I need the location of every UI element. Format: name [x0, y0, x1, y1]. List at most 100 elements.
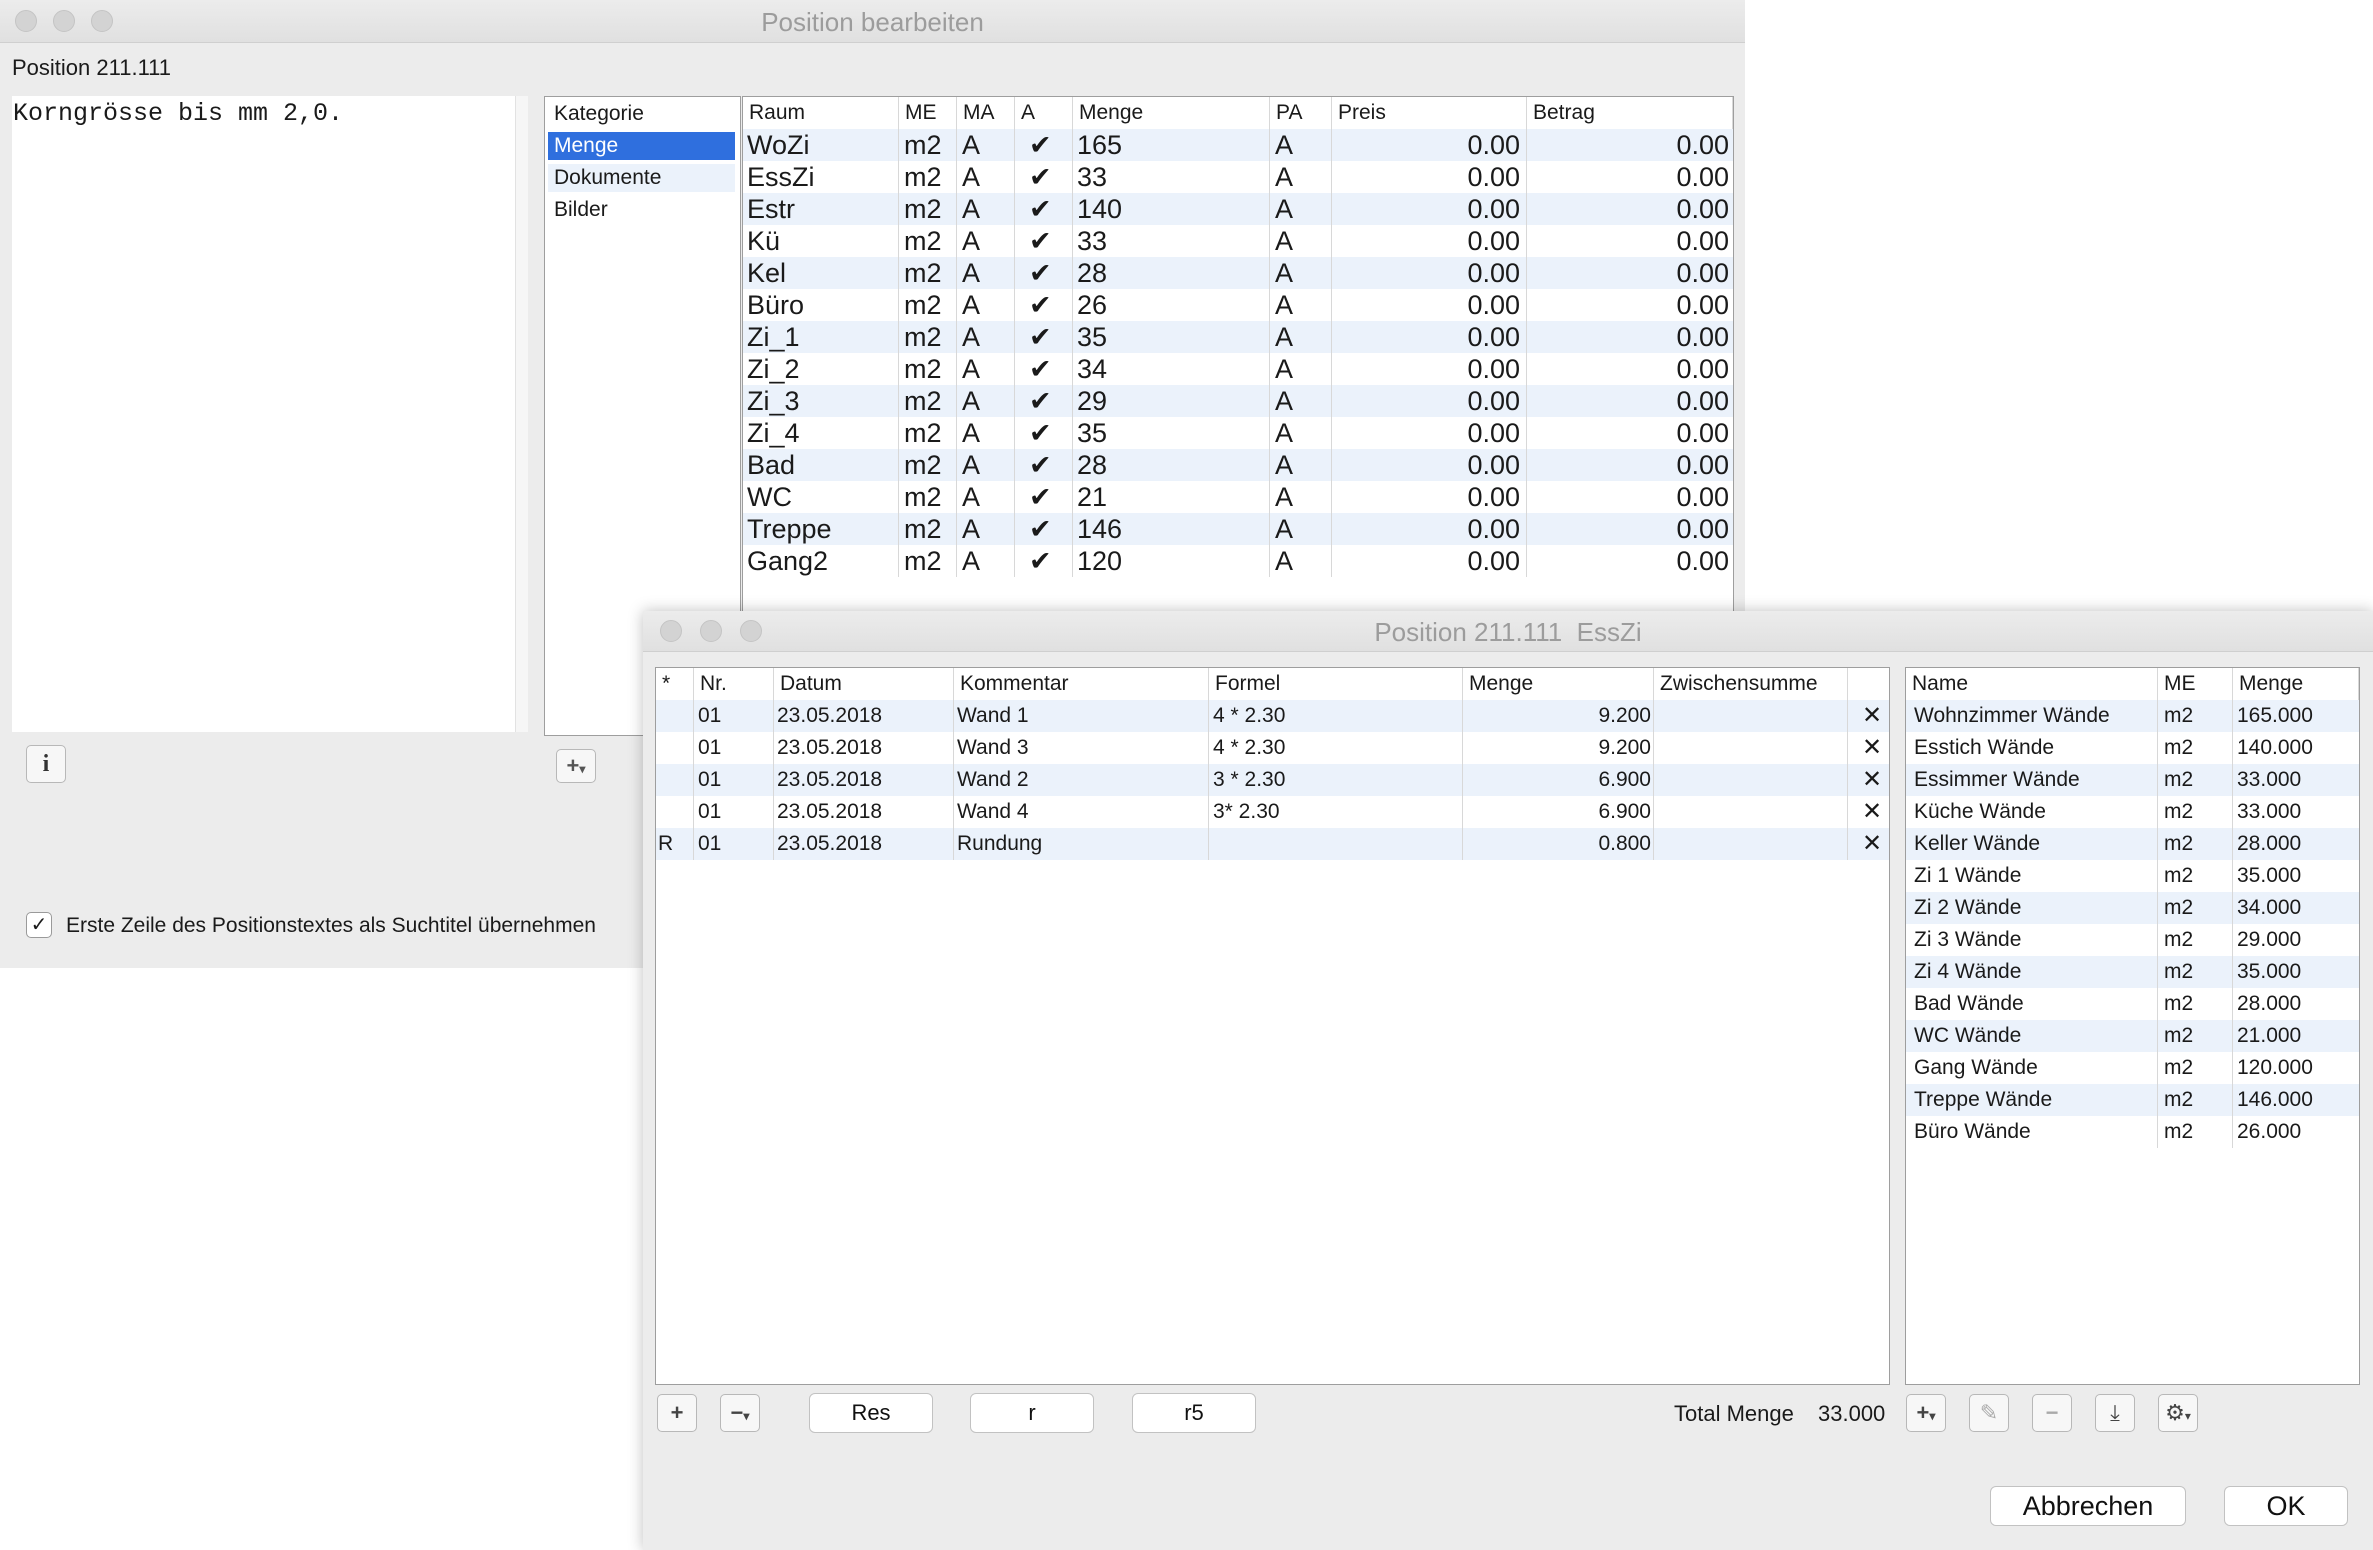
reference-row[interactable]: Gang Wände m2 120.000 — [1906, 1052, 2359, 1084]
column-header-kommentar[interactable]: Kommentar — [954, 668, 1209, 700]
column-header-pa[interactable]: PA — [1270, 97, 1332, 129]
reference-quantity: 33.000 — [2237, 768, 2302, 791]
category-item-dokumente[interactable]: Dokumente — [548, 164, 735, 192]
pencil-icon: ✎ — [1979, 1400, 1999, 1425]
column-header-betrag[interactable]: Betrag — [1527, 97, 1733, 129]
row-comment[interactable]: Wand 4 — [954, 796, 1209, 828]
settings-button[interactable]: ⚙▾ — [2158, 1394, 2198, 1432]
reference-unit: m2 — [2158, 764, 2233, 796]
column-header-star[interactable]: * — [656, 668, 694, 700]
room-row[interactable]: WC m2 A ✔ 21 A 0.00 0.00 — [743, 481, 1733, 513]
r-button[interactable]: r — [970, 1393, 1094, 1433]
room-row[interactable]: Kü m2 A ✔ 33 A 0.00 0.00 — [743, 225, 1733, 257]
room-row[interactable]: Treppe m2 A ✔ 146 A 0.00 0.00 — [743, 513, 1733, 545]
import-button[interactable]: ⤓ — [2095, 1394, 2135, 1432]
room-row[interactable]: Zi_4 m2 A ✔ 35 A 0.00 0.00 — [743, 417, 1733, 449]
measurement-row[interactable]: R 01 23.05.2018 Rundung 0.800 ✕ — [656, 828, 1889, 860]
column-header-me[interactable]: ME — [899, 97, 957, 129]
add-reference-button[interactable]: +▾ — [1906, 1394, 1946, 1432]
ok-button[interactable]: OK — [2224, 1486, 2348, 1526]
delete-row-icon[interactable]: ✕ — [1848, 732, 1889, 764]
delete-row-icon[interactable]: ✕ — [1848, 764, 1889, 796]
reference-row[interactable]: Zi 1 Wände m2 35.000 — [1906, 860, 2359, 892]
column-header-menge[interactable]: Menge — [2233, 668, 2359, 700]
delete-row-icon[interactable]: ✕ — [1848, 796, 1889, 828]
room-row[interactable]: Zi_1 m2 A ✔ 35 A 0.00 0.00 — [743, 321, 1733, 353]
column-header-menge[interactable]: Menge — [1463, 668, 1654, 700]
reference-row[interactable]: Wohnzimmer Wände m2 165.000 — [1906, 700, 2359, 732]
row-formula[interactable]: 3 * 2.30 — [1209, 764, 1463, 796]
column-header-name[interactable]: Name — [1906, 668, 2158, 700]
column-header-preis[interactable]: Preis — [1332, 97, 1527, 129]
remove-reference-button[interactable]: − — [2032, 1394, 2072, 1432]
add-category-button[interactable]: +▾ — [556, 749, 596, 783]
reference-unit: m2 — [2158, 1020, 2233, 1052]
category-item-bilder[interactable]: Bilder — [548, 196, 735, 224]
measurement-row[interactable]: 01 23.05.2018 Wand 23 * 2.30 6.900 ✕ — [656, 764, 1889, 796]
category-item-menge[interactable]: Menge — [548, 132, 735, 160]
r5-button[interactable]: r5 — [1132, 1393, 1256, 1433]
reference-row[interactable]: Bad Wände m2 28.000 — [1906, 988, 2359, 1020]
room-row[interactable]: Bad m2 A ✔ 28 A 0.00 0.00 — [743, 449, 1733, 481]
row-comment[interactable]: Wand 1 — [954, 700, 1209, 732]
amount: 0.00 — [1676, 386, 1729, 416]
reference-row[interactable]: Keller Wände m2 28.000 — [1906, 828, 2359, 860]
row-number: 01 — [694, 732, 774, 764]
room-row[interactable]: EssZi m2 A ✔ 33 A 0.00 0.00 — [743, 161, 1733, 193]
reference-row[interactable]: Zi 4 Wände m2 35.000 — [1906, 956, 2359, 988]
info-button[interactable]: i — [26, 745, 66, 783]
column-header-me[interactable]: ME — [2158, 668, 2233, 700]
delete-row-icon[interactable]: ✕ — [1848, 828, 1889, 860]
res-button[interactable]: Res — [809, 1393, 933, 1433]
column-header-a[interactable]: A — [1015, 97, 1073, 129]
room-row[interactable]: WoZi m2 A ✔ 165 A 0.00 0.00 — [743, 129, 1733, 161]
reference-row[interactable]: Zi 2 Wände m2 34.000 — [1906, 892, 2359, 924]
unit: m2 — [899, 481, 957, 513]
measurement-row[interactable]: 01 23.05.2018 Wand 4 3* 2.30 6.900 ✕ — [656, 796, 1889, 828]
add-measurement-button[interactable]: + — [657, 1394, 697, 1432]
amount: 0.00 — [1676, 546, 1729, 576]
row-formula[interactable]: 4 * 2.30 — [1209, 732, 1463, 764]
position-text-area[interactable]: Korngrösse bis mm 2,0. — [12, 96, 515, 732]
delete-row-icon[interactable]: ✕ — [1848, 700, 1889, 732]
column-header-datum[interactable]: Datum — [774, 668, 954, 700]
active-check-icon: ✔ — [1015, 353, 1073, 385]
row-formula[interactable]: 3* 2.30 — [1209, 796, 1463, 828]
text-area-scrollbar[interactable] — [515, 96, 528, 732]
reference-row[interactable]: Küche Wände m2 33.000 — [1906, 796, 2359, 828]
reference-row[interactable]: Büro Wände m2 26.000 — [1906, 1116, 2359, 1148]
row-comment[interactable]: Rundung — [954, 828, 1209, 860]
row-comment[interactable]: Wand 2 — [954, 764, 1209, 796]
cancel-button[interactable]: Abbrechen — [1990, 1486, 2186, 1526]
column-header-raum[interactable]: Raum — [743, 97, 899, 129]
search-title-checkbox[interactable]: ✓ — [26, 912, 52, 938]
room-row[interactable]: Kel m2 A ✔ 28 A 0.00 0.00 — [743, 257, 1733, 289]
measurement-row[interactable]: 01 23.05.2018 Wand 34 * 2.30 9.200 ✕ — [656, 732, 1889, 764]
column-header-zwischensumme[interactable]: Zwischensumme — [1654, 668, 1848, 700]
reference-row[interactable]: Esstich Wände m2 140.000 — [1906, 732, 2359, 764]
row-formula[interactable] — [1209, 828, 1463, 860]
room-row[interactable]: Estr m2 A ✔ 140 A 0.00 0.00 — [743, 193, 1733, 225]
row-formula[interactable]: 4 * 2.30 — [1209, 700, 1463, 732]
price-type: A — [1270, 513, 1332, 545]
room-row[interactable]: Büro m2 A ✔ 26 A 0.00 0.00 — [743, 289, 1733, 321]
reference-row[interactable]: Treppe Wände m2 146.000 — [1906, 1084, 2359, 1116]
reference-row[interactable]: Essimmer Wände m2 33.000 — [1906, 764, 2359, 796]
remove-measurement-button[interactable]: −▾ — [720, 1394, 760, 1432]
room-row[interactable]: Zi_3 m2 A ✔ 29 A 0.00 0.00 — [743, 385, 1733, 417]
row-comment[interactable]: Wand 3 — [954, 732, 1209, 764]
measure-type: A — [957, 353, 1015, 385]
measurement-row[interactable]: 01 23.05.2018 Wand 14 * 2.30 9.200 ✕ — [656, 700, 1889, 732]
reference-row[interactable]: WC Wände m2 21.000 — [1906, 1020, 2359, 1052]
room-row[interactable]: Gang2 m2 A ✔ 120 A 0.00 0.00 — [743, 545, 1733, 577]
reference-unit: m2 — [2158, 892, 2233, 924]
reference-name: Wohnzimmer Wände — [1906, 700, 2158, 732]
column-header-menge[interactable]: Menge — [1073, 97, 1270, 129]
room-row[interactable]: Zi_2 m2 A ✔ 34 A 0.00 0.00 — [743, 353, 1733, 385]
edit-reference-button[interactable]: ✎ — [1969, 1394, 2009, 1432]
column-header-formel[interactable]: Formel — [1209, 668, 1463, 700]
reference-row[interactable]: Zi 3 Wände m2 29.000 — [1906, 924, 2359, 956]
column-header-ma[interactable]: MA — [957, 97, 1015, 129]
column-header-nr[interactable]: Nr. — [694, 668, 774, 700]
reference-name: Bad Wände — [1906, 988, 2158, 1020]
